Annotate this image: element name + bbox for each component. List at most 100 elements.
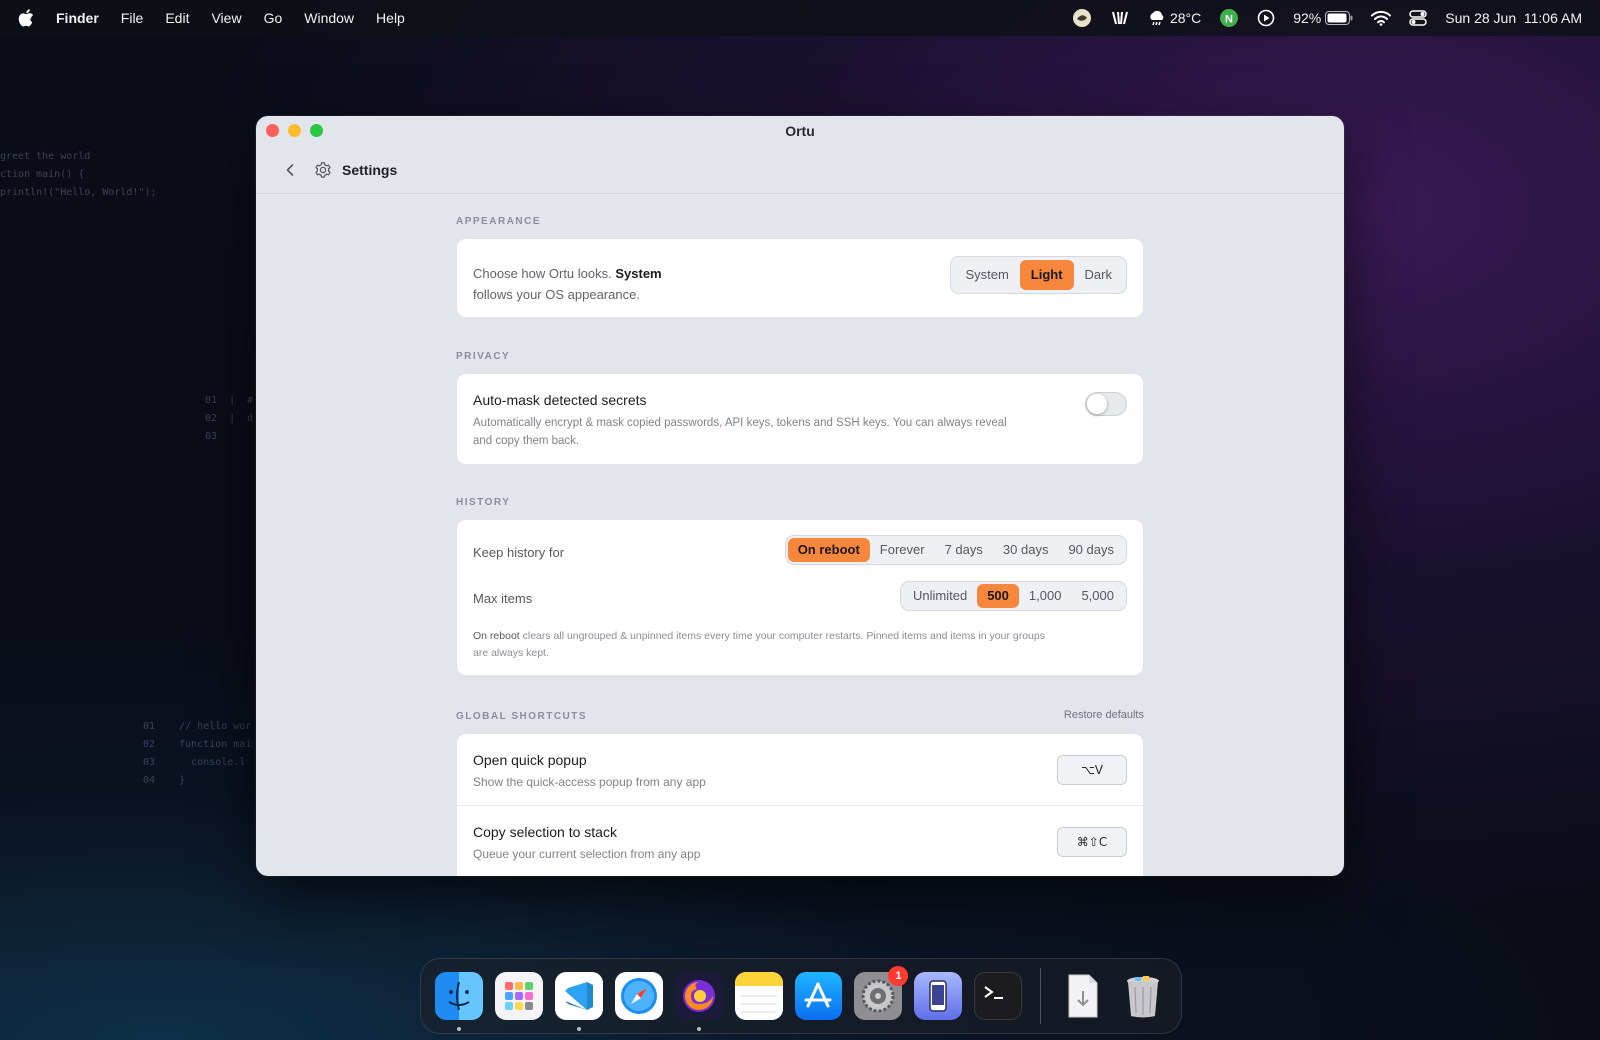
play-circle-icon[interactable] (1257, 9, 1275, 27)
keep-history-label: Keep history for (473, 545, 565, 560)
shortcut-keys-copy-selection[interactable]: ⌘⇧C (1057, 827, 1127, 857)
max-items-segmented-control: Unlimited 500 1,000 5,000 (900, 581, 1127, 611)
menu-edit[interactable]: Edit (165, 10, 189, 26)
apple-logo-icon[interactable] (18, 9, 34, 27)
appearance-description-pre: Choose how Ortu looks. (473, 266, 616, 281)
weather-cloud-icon[interactable] (1148, 10, 1166, 26)
dock-finder-icon[interactable] (435, 972, 483, 1031)
keep-history-segmented-control: On reboot Forever 7 days 30 days 90 days (784, 535, 1127, 565)
restore-defaults-link[interactable]: Restore defaults (1064, 709, 1144, 721)
auto-mask-toggle[interactable] (1085, 392, 1127, 416)
wifi-icon[interactable] (1371, 10, 1392, 26)
chevron-left-icon (286, 163, 294, 176)
control-center-icon[interactable] (1409, 10, 1428, 26)
svg-text:N: N (1225, 14, 1233, 26)
desktop-code-fragment: 01 // hello wor 02 function mai 03 conso… (143, 721, 252, 786)
keep-option-on-reboot[interactable]: On reboot (787, 538, 870, 562)
battery-percentage: 92% (1293, 10, 1322, 26)
back-button[interactable] (278, 158, 302, 182)
dock-downloads-icon[interactable] (1059, 972, 1107, 1020)
auto-mask-description: Automatically encrypt & mask copied pass… (473, 414, 1073, 450)
shortcuts-card: Open quick popup Show the quick-access p… (456, 733, 1144, 876)
menu-help[interactable]: Help (376, 10, 405, 26)
shortcuts-section-label: GLOBAL SHORTCUTS (456, 711, 588, 722)
window-titlebar[interactable]: Ortu (256, 116, 1344, 146)
history-note-bold: On reboot (473, 630, 520, 642)
menu-window[interactable]: Window (304, 10, 354, 26)
window-title: Ortu (785, 123, 815, 139)
dock-system-settings-icon[interactable]: 1 (854, 966, 909, 1020)
history-note-line2: are always kept. (473, 647, 549, 659)
shortcut-title: Copy selection to stack (473, 824, 617, 840)
dock-firefox-icon[interactable] (674, 972, 723, 1031)
shortcut-keys-open-popup[interactable]: ⌥V (1057, 755, 1127, 785)
appearance-segmented-control: System Light Dark (950, 256, 1127, 294)
menu-file[interactable]: File (121, 10, 144, 26)
shortcut-description: Show the quick-access popup from any app (473, 775, 706, 789)
menu-bar: Finder File Edit View Go Window Help 28°… (0, 0, 1600, 36)
appearance-card: Choose how Ortu looks. System follows yo… (456, 238, 1144, 318)
privacy-card: Auto-mask detected secrets Automatically… (456, 373, 1144, 465)
appearance-description: Choose how Ortu looks. System follows yo… (473, 263, 662, 305)
history-card: Keep history for On reboot Forever 7 day… (456, 519, 1144, 676)
menubar-clock[interactable]: Sun 28 Jun 11:06 AM (1445, 10, 1582, 26)
ortu-settings-window: Ortu Settings APPEARANCE Choose how Ortu… (256, 116, 1344, 876)
desktop-code-fragment: 01 | # 02 | d 03 (205, 395, 254, 442)
dock-simulator-icon[interactable] (914, 972, 963, 1020)
settings-column: APPEARANCE Choose how Ortu looks. System… (456, 194, 1144, 876)
shortcut-description: Queue your current selection from any ap… (473, 847, 701, 861)
appearance-description-post: follows your OS appearance. (473, 287, 640, 302)
appearance-option-dark[interactable]: Dark (1074, 260, 1123, 290)
dock-app-store-icon[interactable] (794, 972, 843, 1020)
notification-badge: 1 (888, 966, 909, 986)
shortcut-row: Open quick popup Show the quick-access p… (457, 734, 1143, 806)
max-items-label: Max items (473, 591, 533, 606)
keep-option-30-days[interactable]: 30 days (993, 538, 1059, 562)
menu-view[interactable]: View (211, 10, 241, 26)
appearance-option-system[interactable]: System (954, 260, 1019, 290)
dock-safari-icon[interactable] (614, 972, 663, 1020)
auto-mask-description-line1: Automatically encrypt & mask copied pass… (473, 417, 1007, 429)
dock-notes-icon[interactable] (734, 972, 783, 1020)
close-window-button[interactable] (266, 124, 279, 137)
shortcut-row: Copy selection to stack Queue your curre… (457, 806, 1143, 876)
keep-option-7-days[interactable]: 7 days (935, 538, 993, 562)
dock: 1 (420, 958, 1182, 1034)
max-option-1000[interactable]: 1,000 (1019, 584, 1072, 608)
settings-toolbar: Settings (256, 146, 1344, 194)
max-option-unlimited[interactable]: Unlimited (903, 584, 977, 608)
desktop-code-fragment: greet the world ction main() { println!(… (0, 151, 157, 198)
menu-app-name[interactable]: Finder (56, 10, 99, 26)
toggle-knob (1087, 394, 1107, 414)
max-option-5000[interactable]: 5,000 (1071, 584, 1124, 608)
running-indicator (457, 1027, 461, 1031)
ortu-status-icon[interactable] (1072, 8, 1092, 28)
running-indicator (696, 1027, 701, 1031)
keep-option-forever[interactable]: Forever (870, 538, 935, 562)
settings-content[interactable]: APPEARANCE Choose how Ortu looks. System… (256, 194, 1344, 876)
zoom-window-button[interactable] (310, 124, 323, 137)
dock-vscode-icon[interactable] (554, 972, 603, 1031)
keep-option-90-days[interactable]: 90 days (1058, 538, 1124, 562)
settings-title: Settings (342, 161, 398, 178)
dock-launchpad-icon[interactable] (494, 972, 543, 1020)
dock-trash-icon[interactable] (1119, 972, 1167, 1020)
weather-temperature: 28°C (1169, 10, 1202, 26)
history-note-line1: clears all ungrouped & unpinned items ev… (519, 630, 1045, 642)
auto-mask-title: Auto-mask detected secrets (473, 392, 647, 408)
battery-icon[interactable] (1325, 11, 1353, 25)
window-controls (266, 124, 323, 137)
dock-terminal-icon[interactable] (974, 972, 1023, 1020)
running-indicator (576, 1027, 581, 1031)
gear-icon (314, 160, 334, 180)
max-option-500[interactable]: 500 (977, 584, 1019, 608)
history-note: On reboot clears all ungrouped & unpinne… (473, 628, 1133, 662)
shortcut-title: Open quick popup (473, 752, 587, 768)
menu-go[interactable]: Go (264, 10, 283, 26)
minimize-window-button[interactable] (288, 124, 301, 137)
history-section-label: HISTORY (456, 497, 511, 508)
game-controller-icon[interactable] (1110, 9, 1130, 27)
nordvpn-icon[interactable]: N (1219, 8, 1239, 28)
dock-separator (1040, 968, 1042, 1024)
appearance-option-light[interactable]: Light (1019, 260, 1074, 290)
